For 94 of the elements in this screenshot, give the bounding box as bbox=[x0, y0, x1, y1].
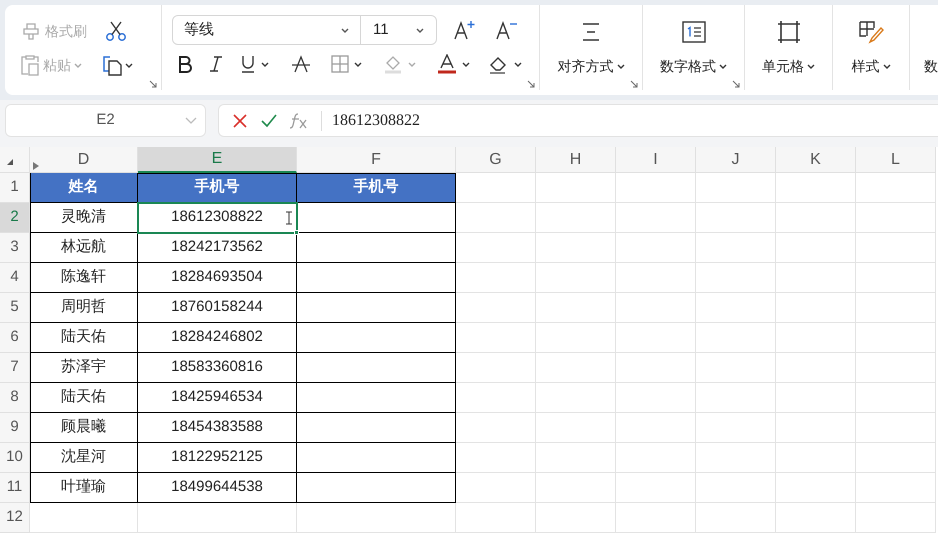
fill-handle[interactable] bbox=[294, 230, 299, 235]
table-cell: 陆天佑 bbox=[30, 323, 138, 353]
confirm-icon[interactable] bbox=[261, 114, 277, 128]
caret-icon bbox=[185, 116, 197, 124]
row-header[interactable]: 2 bbox=[0, 203, 30, 233]
table-cell: 18122952125 bbox=[138, 443, 297, 473]
row-header[interactable]: 11 bbox=[0, 473, 30, 503]
table-cell: 陈逸轩 bbox=[30, 263, 138, 293]
table-cell: 叶瑾瑜 bbox=[30, 473, 138, 503]
clipboard-icon bbox=[20, 54, 40, 76]
table-cell: 灵晚清 bbox=[30, 203, 138, 233]
column-header[interactable]: E bbox=[138, 147, 297, 173]
row-header[interactable]: 1 bbox=[0, 173, 30, 203]
group-dropdown-button[interactable]: 样式 bbox=[852, 49, 890, 83]
column-header[interactable]: K bbox=[776, 147, 856, 173]
bold-icon[interactable] bbox=[178, 55, 192, 73]
row-header[interactable]: 12 bbox=[0, 503, 30, 533]
borders-icon[interactable] bbox=[331, 55, 349, 73]
table-cell: 林远航 bbox=[30, 233, 138, 263]
table-cell: 18284246802 bbox=[138, 323, 297, 353]
align-icon bbox=[580, 21, 602, 43]
caret-icon bbox=[514, 62, 522, 66]
header-cell: 手机号 bbox=[138, 173, 297, 203]
row-header[interactable]: 9 bbox=[0, 413, 30, 443]
row-header[interactable]: 7 bbox=[0, 353, 30, 383]
launcher-icon[interactable] bbox=[149, 80, 157, 88]
cell-icon bbox=[776, 20, 800, 44]
strikethrough-icon[interactable] bbox=[292, 55, 310, 73]
function-icon[interactable] bbox=[289, 112, 309, 130]
underline-icon[interactable] bbox=[240, 55, 256, 73]
table-cell: 18499644538 bbox=[138, 473, 297, 503]
row-header[interactable]: 3 bbox=[0, 233, 30, 263]
caret-icon bbox=[261, 62, 269, 66]
table-cell: 18242173562 bbox=[138, 233, 297, 263]
caret-icon bbox=[719, 64, 727, 68]
row-header[interactable]: 5 bbox=[0, 293, 30, 323]
caret-icon bbox=[616, 64, 624, 68]
active-cell[interactable]: 18612308822 bbox=[138, 203, 297, 233]
table-cell: 沈星河 bbox=[30, 443, 138, 473]
column-header[interactable]: H bbox=[536, 147, 616, 173]
launcher-icon[interactable] bbox=[630, 80, 638, 88]
caret-icon bbox=[882, 64, 890, 68]
shrink-font-icon[interactable] bbox=[495, 19, 519, 41]
table-cell: 周明哲 bbox=[30, 293, 138, 323]
grow-font-icon[interactable] bbox=[453, 19, 477, 41]
copy-icon bbox=[102, 54, 122, 76]
ribbon-tab-label[interactable]: 数 bbox=[924, 49, 938, 83]
launcher-icon[interactable] bbox=[732, 80, 740, 88]
column-header[interactable]: G bbox=[456, 147, 536, 173]
header-cell: 手机号 bbox=[297, 173, 456, 203]
table-cell: 18760158244 bbox=[138, 293, 297, 323]
text-cursor-icon bbox=[285, 211, 293, 225]
row-header[interactable]: 10 bbox=[0, 443, 30, 473]
caret-icon bbox=[125, 62, 133, 68]
column-header[interactable]: D bbox=[30, 147, 138, 173]
table-cell: 18454383588 bbox=[138, 413, 297, 443]
column-header[interactable]: F bbox=[297, 147, 456, 173]
table-brush-icon bbox=[858, 20, 884, 44]
group-dropdown-button[interactable]: 对齐方式 bbox=[558, 49, 624, 83]
scissors-icon[interactable] bbox=[105, 20, 127, 42]
group-dropdown-button[interactable]: 数字格式 bbox=[660, 49, 727, 83]
table-cell: 陆天佑 bbox=[30, 383, 138, 413]
number-format-icon bbox=[682, 21, 706, 43]
paint-bucket-icon[interactable] bbox=[383, 54, 403, 74]
caret-icon bbox=[354, 62, 362, 66]
copy-button[interactable] bbox=[102, 54, 133, 76]
launcher-icon[interactable] bbox=[527, 80, 535, 88]
table-cell: 18284693504 bbox=[138, 263, 297, 293]
row-header[interactable]: 8 bbox=[0, 383, 30, 413]
cancel-icon[interactable] bbox=[233, 114, 247, 128]
row-header[interactable]: 6 bbox=[0, 323, 30, 353]
name-box[interactable]: E2 bbox=[5, 104, 206, 137]
font-color-icon[interactable] bbox=[437, 54, 457, 74]
caret-icon bbox=[416, 28, 424, 32]
table-cell: 18583360816 bbox=[138, 353, 297, 383]
column-header[interactable]: J bbox=[696, 147, 776, 173]
caret-icon bbox=[74, 62, 82, 68]
font-size-dropdown[interactable]: 11 bbox=[361, 16, 436, 44]
table-cell: 18425946534 bbox=[138, 383, 297, 413]
font-name-dropdown[interactable]: 等线 bbox=[173, 16, 361, 44]
caret-icon bbox=[807, 64, 815, 68]
italic-icon[interactable] bbox=[209, 55, 223, 73]
select-all-icon[interactable] bbox=[6, 158, 14, 166]
caret-icon bbox=[408, 62, 416, 66]
row-header[interactable]: 4 bbox=[0, 263, 30, 293]
table-cell: 顾晨曦 bbox=[30, 413, 138, 443]
caret-icon bbox=[341, 28, 349, 32]
column-header[interactable]: L bbox=[856, 147, 936, 173]
header-cell: 姓名 bbox=[30, 173, 138, 203]
caret-icon bbox=[462, 62, 470, 66]
group-dropdown-button[interactable]: 单元格 bbox=[762, 49, 815, 83]
table-cell: 苏泽宇 bbox=[30, 353, 138, 383]
expand-icon[interactable] bbox=[33, 162, 39, 170]
column-header[interactable]: I bbox=[616, 147, 696, 173]
